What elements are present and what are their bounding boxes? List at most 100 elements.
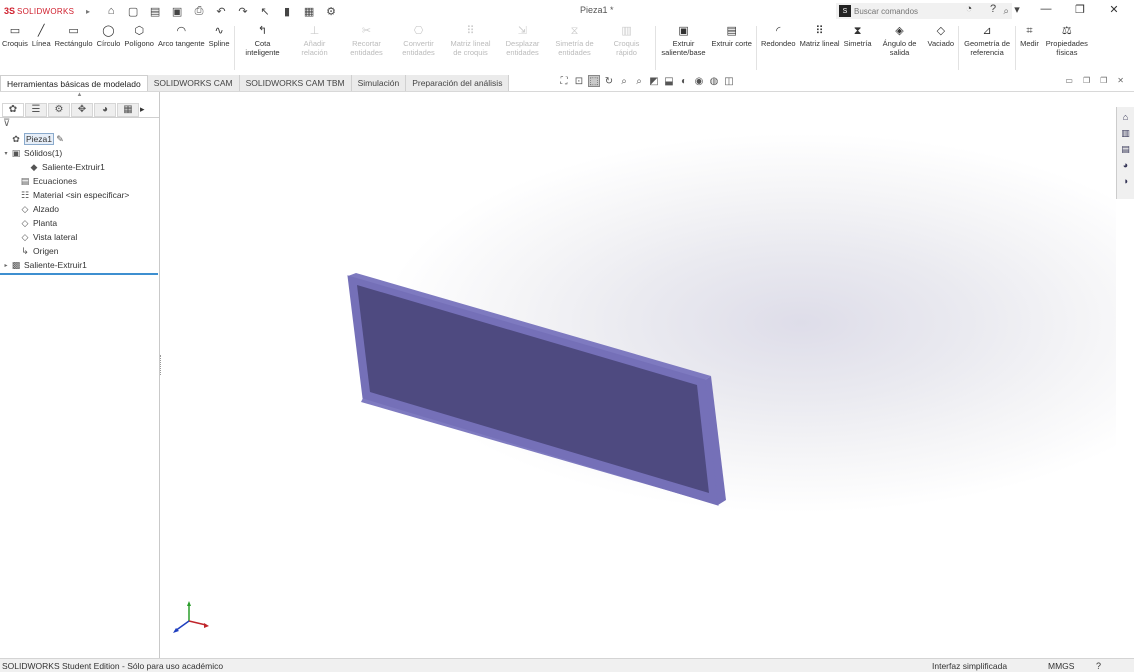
interface-mode[interactable]: Interfaz simplificada — [932, 661, 1007, 671]
tree-node[interactable]: ◇ Vista lateral — [0, 230, 159, 244]
options-icon[interactable]: ⚙ — [324, 4, 338, 18]
configuration-manager-tab[interactable]: ⚙ — [48, 102, 70, 117]
menu-expand-chevron-icon[interactable]: ▸ — [86, 7, 90, 16]
medir-button[interactable]: ⌗ Medir — [1018, 22, 1041, 74]
open-icon[interactable]: ▤ — [148, 4, 162, 18]
display-manager-tab[interactable]: ◕ — [94, 102, 116, 117]
anadir-relacion-button[interactable]: ⊥ Añadir relación — [289, 22, 341, 74]
recortar-entidades-button[interactable]: ✂ Recortar entidades — [341, 22, 393, 74]
rotate-icon[interactable]: ↻ — [603, 75, 615, 87]
filter-icon[interactable]: ⊽ — [0, 118, 159, 132]
collapse-panel-icon[interactable]: ▲ — [0, 92, 159, 102]
close-window-icon[interactable]: ✕ — [1102, 3, 1126, 16]
section-view-icon[interactable]: ◩ — [648, 75, 660, 87]
tree-node[interactable]: ◆ Saliente-Extruir1 — [0, 160, 159, 174]
model-canvas[interactable] — [161, 93, 1116, 658]
save-icon[interactable]: ▣ — [170, 4, 184, 18]
matriz-lineal-de-croquis-button[interactable]: ⠿ Matriz lineal de croquis — [445, 22, 497, 74]
cota-inteligente-button[interactable]: ↰ Cota inteligente — [237, 22, 289, 74]
select-tool-icon[interactable]: ⬚ — [588, 75, 600, 87]
tree-node[interactable]: ▸ ▩ Saliente-Extruir1 — [0, 258, 159, 272]
property-manager-tab[interactable]: ☰ — [25, 102, 47, 117]
rollback-bar[interactable] — [0, 273, 158, 275]
vaciado-button[interactable]: ◇ Vaciado — [926, 22, 957, 74]
help-icon[interactable]: ? — [986, 2, 1000, 16]
display-style-icon[interactable]: ◐ — [678, 75, 690, 87]
tree-node[interactable]: ▾ ▣ Sólidos(1) — [0, 146, 159, 160]
view-orientation-icon[interactable]: ⬓ — [663, 75, 675, 87]
linea-button[interactable]: ╱ Línea — [30, 22, 53, 74]
feature-manager-tab[interactable]: ✿ — [2, 102, 24, 117]
resources-icon[interactable]: ⌂ — [1120, 111, 1132, 123]
pan-icon[interactable]: ⌕ — [633, 75, 645, 87]
zoom-icon[interactable]: ⌕ — [618, 75, 630, 87]
rectangulo-button[interactable]: ▭ Rectángulo — [53, 22, 95, 74]
tree-expand-icon[interactable]: ▸ — [2, 262, 10, 269]
tree-node[interactable]: ↳ Origen — [0, 244, 159, 258]
redondeo-button[interactable]: ◜ Redondeo — [759, 22, 798, 74]
scene-icon[interactable]: ◫ — [723, 75, 735, 87]
hide-show-icon[interactable]: ◉ — [693, 75, 705, 87]
simetria-de-entidades-button[interactable]: ⧖ Simetría de entidades — [549, 22, 601, 74]
appearances-icon[interactable]: ◑ — [1120, 175, 1132, 187]
croquis-rapido-button[interactable]: ▥ Croquis rápido — [601, 22, 653, 74]
tab-preparacion-del-analisis[interactable]: Preparación del análisis — [406, 75, 510, 91]
poligono-button[interactable]: ⬡ Polígono — [122, 22, 156, 74]
restore-window-icon[interactable]: ❐ — [1068, 3, 1092, 16]
undo-icon[interactable]: ↶ — [214, 4, 228, 18]
angulo-de-salida-button[interactable]: ◈ Ángulo de salida — [874, 22, 926, 74]
file-explorer-icon[interactable]: ▤ — [1120, 143, 1132, 155]
view-palette-icon[interactable]: ◕ — [1120, 159, 1132, 171]
appearance-icon[interactable]: ◍ — [708, 75, 720, 87]
tab-simulacion[interactable]: Simulación — [351, 75, 407, 91]
learn-icon[interactable]: ◔ — [962, 2, 976, 16]
tree-expand-icon[interactable]: ▾ — [2, 150, 10, 157]
close-doc-icon[interactable]: ✕ — [1117, 76, 1124, 85]
tab-solidworks-cam[interactable]: SOLIDWORKS CAM — [147, 75, 240, 91]
help-menu-chevron-icon[interactable]: ▾ — [1010, 2, 1024, 16]
zoom-to-fit-icon[interactable]: ⛶ — [558, 75, 570, 87]
plate-inner-face[interactable] — [357, 285, 709, 493]
home-icon[interactable]: ⌂ — [104, 4, 118, 18]
ribbon-button-label: Simetría de entidades — [555, 39, 594, 57]
solidworks-logo[interactable]: 3S SOLIDWORKS — [0, 6, 80, 16]
new-document-icon[interactable]: ▢ — [126, 4, 140, 18]
unit-system[interactable]: MMGS — [1048, 661, 1074, 671]
tab-solidworks-cam-tbm[interactable]: SOLIDWORKS CAM TBM — [239, 75, 352, 91]
restore-doc-icon[interactable]: ❐ — [1100, 76, 1107, 85]
ribbon-separator — [755, 26, 757, 70]
print-icon[interactable]: ⎙ — [192, 4, 206, 18]
tree-node[interactable]: ◇ Alzado — [0, 202, 159, 216]
rebuild-icon[interactable]: ▮ — [280, 4, 294, 18]
tab-herramientas-basicas-de-modelado[interactable]: Herramientas básicas de modelado — [0, 75, 148, 91]
convertir-entidades-button[interactable]: ⎔ Convertir entidades — [393, 22, 445, 74]
tree-node[interactable]: ☷ Material <sin especificar> — [0, 188, 159, 202]
graphics-area[interactable] — [161, 93, 1116, 658]
spline-button[interactable]: ∿ Spline — [207, 22, 232, 74]
minimize-doc-icon[interactable]: ▭ — [1065, 76, 1073, 85]
extruir-corte-button[interactable]: ▤ Extruir corte — [710, 22, 754, 74]
extruir-saliente-base-button[interactable]: ▣ Extruir saliente/base — [658, 22, 710, 74]
redo-icon[interactable]: ↷ — [236, 4, 250, 18]
simetria-button[interactable]: ⧗ Simetría — [842, 22, 874, 74]
tree-node[interactable]: ▤ Ecuaciones — [0, 174, 159, 188]
minimize-window-icon[interactable]: — — [1034, 3, 1058, 15]
desplazar-entidades-button[interactable]: ⇲ Desplazar entidades — [497, 22, 549, 74]
tile-doc-icon[interactable]: ❐ — [1083, 76, 1090, 85]
more-tabs-icon[interactable]: ▸ — [140, 104, 145, 115]
select-icon[interactable]: ↖ — [258, 4, 272, 18]
propiedades-fisicas-button[interactable]: ⚖ Propiedades físicas — [1041, 22, 1093, 74]
help-icon[interactable]: ? — [1096, 661, 1101, 671]
cam-tab[interactable]: ▦ — [117, 102, 139, 117]
matriz-lineal-button[interactable]: ⠿ Matriz lineal — [798, 22, 842, 74]
design-library-icon[interactable]: ▥ — [1120, 127, 1132, 139]
circulo-button[interactable]: ◯ Círculo — [95, 22, 123, 74]
file-properties-icon[interactable]: ▦ — [302, 4, 316, 18]
geometria-de-referencia-button[interactable]: ⊿ Geometría de referencia — [961, 22, 1013, 74]
tree-node[interactable]: ◇ Planta — [0, 216, 159, 230]
arco-tangente-button[interactable]: ◠ Arco tangente — [156, 22, 207, 74]
croquis-button[interactable]: ▭ Croquis — [0, 22, 30, 74]
dimxpert-tab[interactable]: ✥ — [71, 102, 93, 117]
zoom-area-icon[interactable]: ⊡ — [573, 75, 585, 87]
tree-node[interactable]: ✿ Pieza1 ✎ — [0, 132, 159, 146]
